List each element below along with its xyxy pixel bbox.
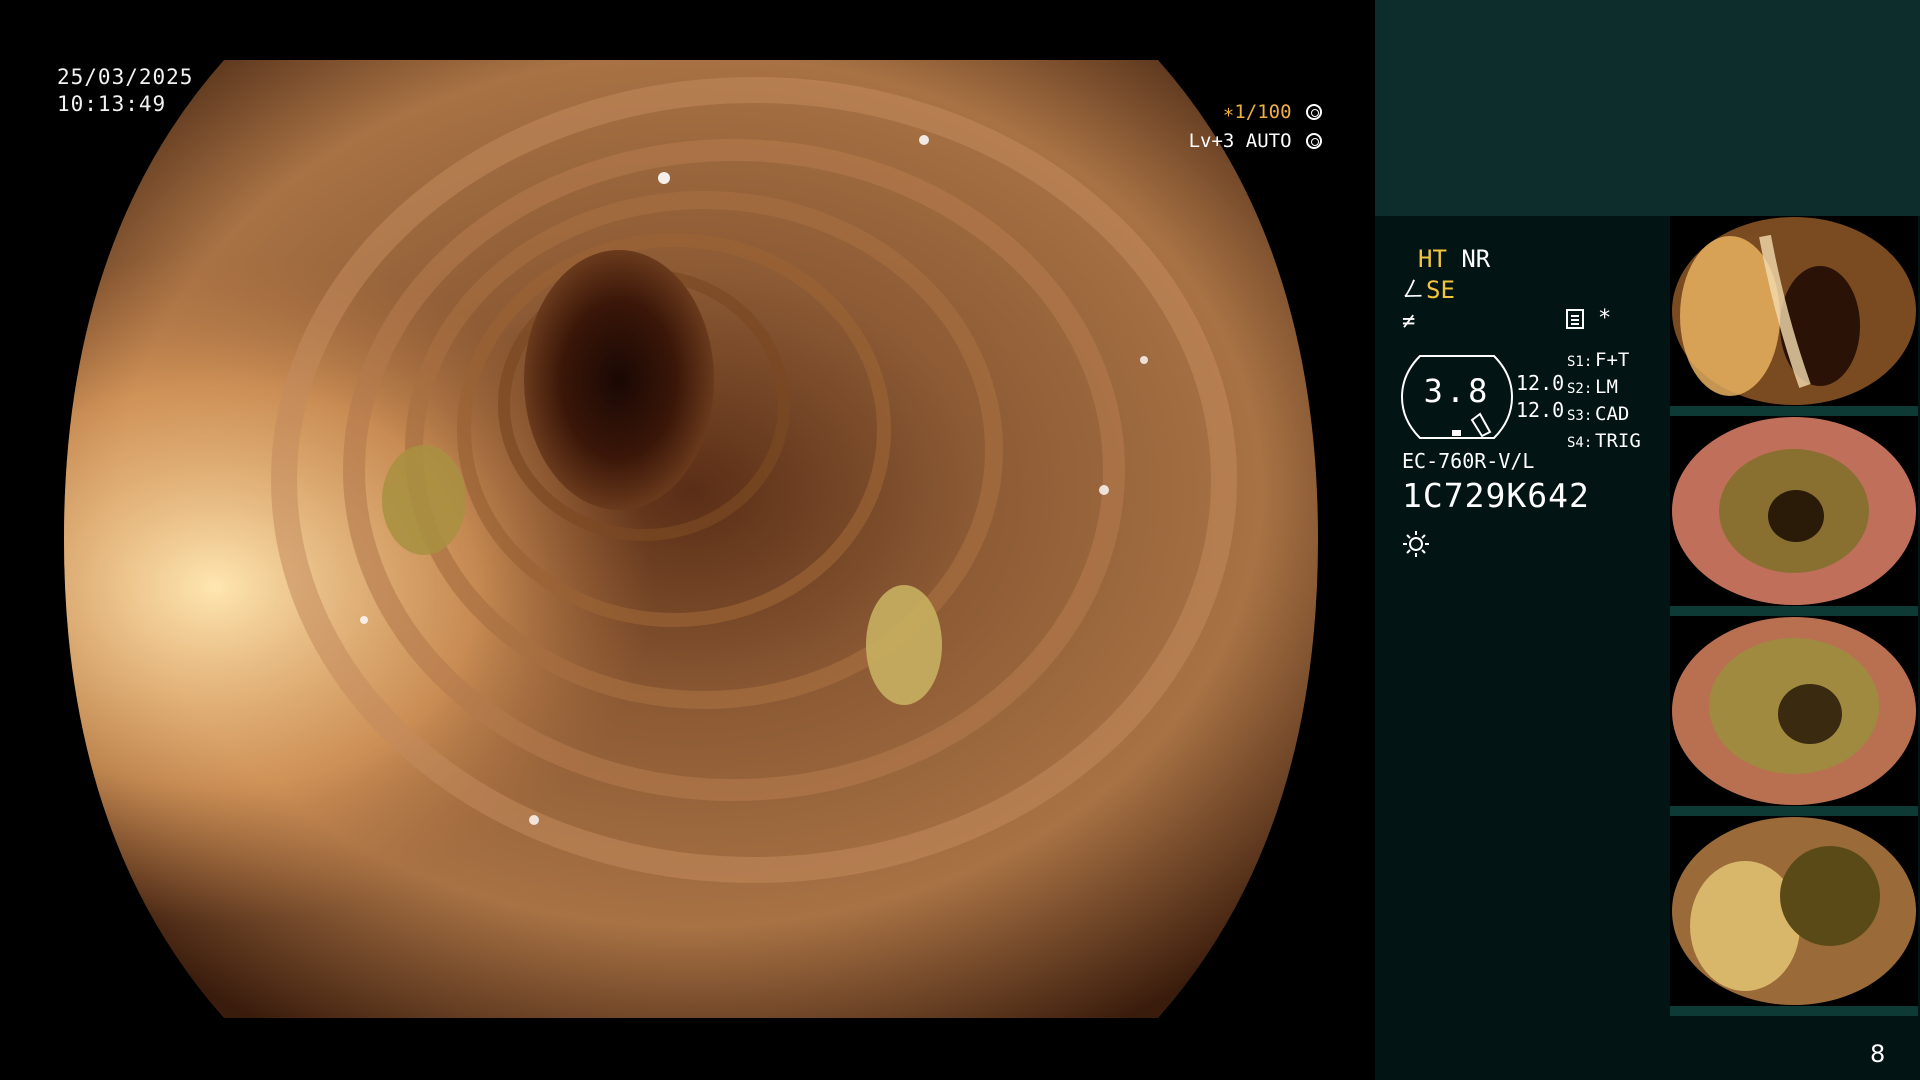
panel-icon-row: *	[1566, 306, 1611, 331]
gauge-numbers: 12.0 12.0	[1516, 370, 1564, 424]
number-bottom: 12.0	[1516, 398, 1565, 422]
s4-key: S4:	[1567, 435, 1593, 451]
thumbnail-2[interactable]	[1670, 416, 1918, 606]
exposure-mode: AUTO	[1245, 130, 1292, 152]
shutter-speed: ∗1/100	[1222, 101, 1292, 123]
number-top: 12.0	[1516, 371, 1565, 395]
thumbnail-3[interactable]	[1670, 616, 1918, 806]
datetime-readout: 25/03/2025 10:13:49	[57, 64, 193, 118]
s2-value: LM	[1595, 376, 1618, 398]
asterisk-icon: *	[1598, 306, 1612, 331]
thumbnail-4[interactable]	[1670, 816, 1918, 1006]
light-level: Lv+3	[1188, 130, 1235, 152]
switch-settings: S1: F+T S2: LM S3: CAD S4: TRIG	[1567, 348, 1641, 456]
target-icon	[1306, 133, 1322, 149]
exposure-overlay: ∗1/100 Lv+3 AUTO	[1170, 98, 1322, 156]
s1-value: F+T	[1595, 349, 1630, 371]
s3-key: S3:	[1567, 408, 1593, 424]
side-panel-top	[1375, 0, 1920, 216]
gauge-value: 3.8	[1423, 372, 1491, 410]
thumbnail-1-bar	[1670, 406, 1918, 416]
thumbnail-4-bar	[1670, 1006, 1918, 1016]
document-icon	[1566, 308, 1584, 329]
image-mode-indicators: HT NR ㄥ SE ≠	[1402, 244, 1490, 337]
scope-serial: 1C729K642	[1402, 476, 1590, 515]
page-number: 8	[1870, 1040, 1886, 1068]
time-label: 10:13:49	[57, 92, 167, 116]
scope-icon: ㄥ	[1402, 278, 1425, 303]
aperture-icon	[1306, 104, 1322, 120]
thumbnail-3-bar	[1670, 806, 1918, 816]
endoscopy-screen: 25/03/2025 10:13:49 ∗1/100 Lv+3 AUTO HT …	[0, 0, 1920, 1080]
thumbnail-1[interactable]	[1670, 216, 1918, 406]
thumbnail-2-bar	[1670, 606, 1918, 616]
brightness-icon	[1402, 530, 1430, 558]
s3-value: CAD	[1595, 403, 1630, 425]
nr-indicator: NR	[1461, 245, 1491, 273]
freeze-icon: ≠	[1402, 309, 1416, 334]
s2-key: S2:	[1567, 381, 1593, 397]
endoscopic-image	[64, 60, 1318, 1018]
s4-value: TRIG	[1595, 430, 1641, 452]
ht-indicator: HT	[1418, 245, 1447, 273]
se-indicator: SE	[1426, 276, 1455, 304]
scope-model: EC-760R-V/L	[1402, 449, 1535, 473]
date-label: 25/03/2025	[57, 65, 194, 89]
s1-key: S1:	[1567, 354, 1593, 370]
